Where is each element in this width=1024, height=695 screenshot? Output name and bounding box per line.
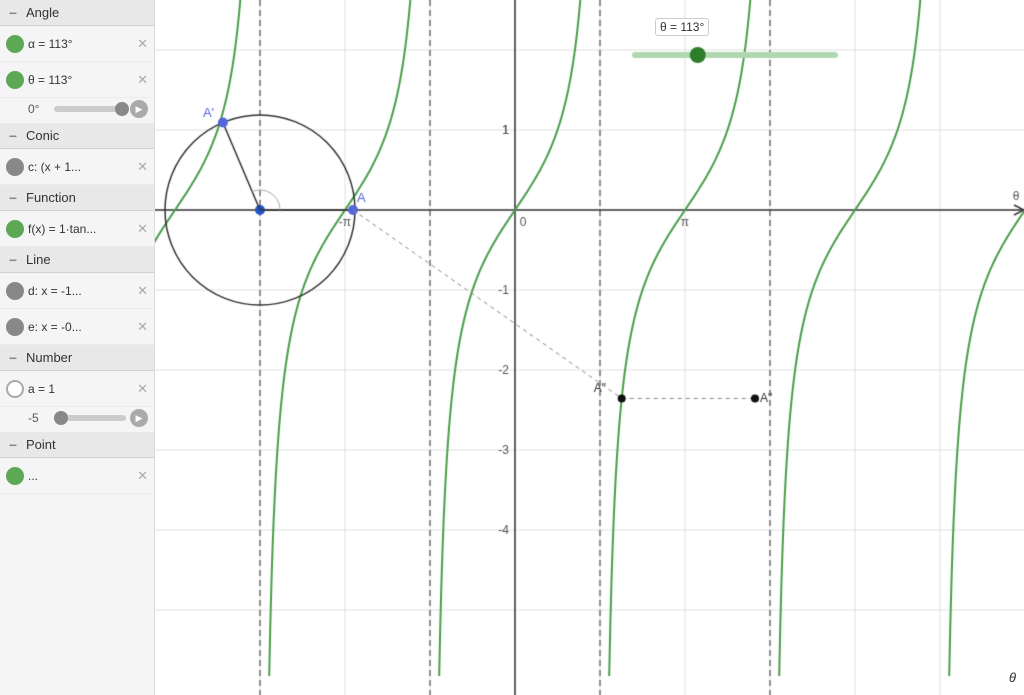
theta-text: θ = 113° (28, 73, 133, 87)
section-number[interactable]: − Number (0, 345, 154, 371)
item-point1: ... ✕ (0, 458, 154, 494)
collapse-number-icon: − (6, 351, 20, 365)
a-slider-thumb[interactable] (54, 411, 68, 425)
e-close[interactable]: ✕ (137, 319, 148, 335)
fx-close[interactable]: ✕ (137, 221, 148, 237)
a-slider[interactable] (54, 415, 126, 421)
theta-close[interactable]: ✕ (137, 72, 148, 88)
section-angle[interactable]: − Angle (0, 0, 154, 26)
a-text: a = 1 (28, 382, 133, 396)
point1-close[interactable]: ✕ (137, 468, 148, 484)
collapse-line-icon: − (6, 253, 20, 267)
theta-slider-thumb[interactable] (115, 102, 129, 116)
item-c: c: (x + 1... ✕ (0, 149, 154, 185)
theta-play-button[interactable]: ▶ (130, 100, 148, 118)
d-dot[interactable] (6, 282, 24, 300)
section-line[interactable]: − Line (0, 247, 154, 273)
theta-slider-row: 0° ▶ (0, 98, 154, 123)
d-text: d: x = -1... (28, 284, 133, 298)
graph-canvas[interactable] (155, 0, 1024, 695)
c-close[interactable]: ✕ (137, 159, 148, 175)
fx-dot[interactable] (6, 220, 24, 238)
theta-axis-label: θ (1009, 670, 1016, 685)
section-function-label: Function (26, 190, 76, 205)
e-text: e: x = -0... (28, 320, 133, 334)
collapse-point-icon: − (6, 438, 20, 452)
section-point-label: Point (26, 437, 56, 452)
collapse-angle-icon: − (6, 6, 20, 20)
collapse-conic-icon: − (6, 129, 20, 143)
e-dot[interactable] (6, 318, 24, 336)
section-line-label: Line (26, 252, 51, 267)
alpha-dot[interactable] (6, 35, 24, 53)
c-dot[interactable] (6, 158, 24, 176)
item-e: e: x = -0... ✕ (0, 309, 154, 345)
a-slider-row: -5 ▶ (0, 407, 154, 432)
theta-annotation: θ = 113° (655, 18, 709, 36)
item-d: d: x = -1... ✕ (0, 273, 154, 309)
item-theta: θ = 113° ✕ (0, 62, 154, 98)
theta-slider[interactable] (54, 106, 126, 112)
theta-slider-label: 0° (28, 102, 50, 116)
section-point[interactable]: − Point (0, 432, 154, 458)
sidebar: − Angle α = 113° ✕ θ = 113° ✕ 0° ▶ − Con… (0, 0, 155, 695)
item-alpha: α = 113° ✕ (0, 26, 154, 62)
collapse-function-icon: − (6, 191, 20, 205)
item-a: a = 1 ✕ (0, 371, 154, 407)
item-fx: f(x) = 1·tan... ✕ (0, 211, 154, 247)
c-text: c: (x + 1... (28, 160, 133, 174)
a-dot[interactable] (6, 380, 24, 398)
alpha-text: α = 113° (28, 37, 133, 51)
a-play-button[interactable]: ▶ (130, 409, 148, 427)
d-close[interactable]: ✕ (137, 283, 148, 299)
canvas-area[interactable]: θ = 113° θ (155, 0, 1024, 695)
fx-text: f(x) = 1·tan... (28, 222, 133, 236)
a-slider-label: -5 (28, 411, 50, 425)
theta-dot[interactable] (6, 71, 24, 89)
a-close[interactable]: ✕ (137, 381, 148, 397)
section-conic[interactable]: − Conic (0, 123, 154, 149)
point1-text: ... (28, 469, 133, 483)
section-function[interactable]: − Function (0, 185, 154, 211)
point1-dot[interactable] (6, 467, 24, 485)
section-angle-label: Angle (26, 5, 59, 20)
section-number-label: Number (26, 350, 72, 365)
section-conic-label: Conic (26, 128, 59, 143)
alpha-close[interactable]: ✕ (137, 36, 148, 52)
